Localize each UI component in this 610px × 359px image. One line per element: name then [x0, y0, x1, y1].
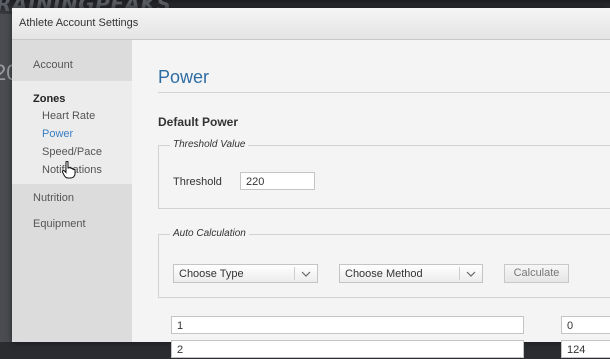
settings-main-panel: Power Default Power Threshold Value Thre…: [132, 40, 610, 358]
page-title: Power: [158, 67, 210, 87]
hand-pointer-cursor-icon: [62, 161, 76, 179]
sidebar-section-lower: Nutrition Equipment: [12, 184, 132, 342]
sidebar-item-power[interactable]: Power: [42, 128, 73, 140]
auto-calculation-fieldset: Auto Calculation Choose Type Choose Meth…: [158, 228, 610, 298]
sidebar-item-speed-pace[interactable]: Speed/Pace: [42, 146, 102, 158]
title-divider: [158, 92, 610, 93]
chevron-down-icon: [466, 271, 476, 277]
choose-method-select[interactable]: Choose Method: [339, 264, 483, 283]
choose-type-value: Choose Type: [179, 268, 244, 280]
zone-2-min-input[interactable]: 124: [561, 340, 610, 358]
sidebar-item-account[interactable]: Account: [33, 59, 73, 71]
zone-2-name-input[interactable]: 2: [171, 340, 524, 358]
zone-1-min-input[interactable]: 0: [561, 316, 610, 334]
threshold-label: Threshold: [173, 176, 222, 188]
threshold-fieldset: Threshold Value Threshold 220: [158, 139, 610, 209]
choose-type-select[interactable]: Choose Type: [173, 264, 318, 283]
sidebar-item-nutrition[interactable]: Nutrition: [33, 192, 74, 204]
zone-1-name-input[interactable]: 1: [171, 316, 524, 334]
sidebar-section-account[interactable]: Account: [12, 40, 132, 81]
auto-calculation-legend: Auto Calculation: [170, 228, 249, 239]
threshold-legend: Threshold Value: [170, 139, 249, 150]
sidebar-item-equipment[interactable]: Equipment: [33, 218, 86, 230]
sidebar-item-heart-rate[interactable]: Heart Rate: [42, 110, 95, 122]
sidebar-item-zones[interactable]: Zones: [33, 93, 65, 105]
modal-title: Athlete Account Settings: [19, 17, 139, 29]
choose-method-value: Choose Method: [345, 268, 423, 280]
background-app-left-edge: 20: [0, 14, 12, 342]
modal-header: Athlete Account Settings: [12, 8, 610, 40]
threshold-input[interactable]: 220: [240, 172, 315, 190]
settings-sidebar: Account Zones Heart Rate Power Speed/Pac…: [12, 40, 132, 342]
settings-modal: Athlete Account Settings Account Zones H…: [12, 8, 610, 358]
section-title: Default Power: [158, 115, 239, 129]
calculate-button[interactable]: Calculate: [504, 264, 569, 283]
background-number: 20: [0, 60, 12, 85]
chevron-down-icon: [301, 271, 311, 277]
